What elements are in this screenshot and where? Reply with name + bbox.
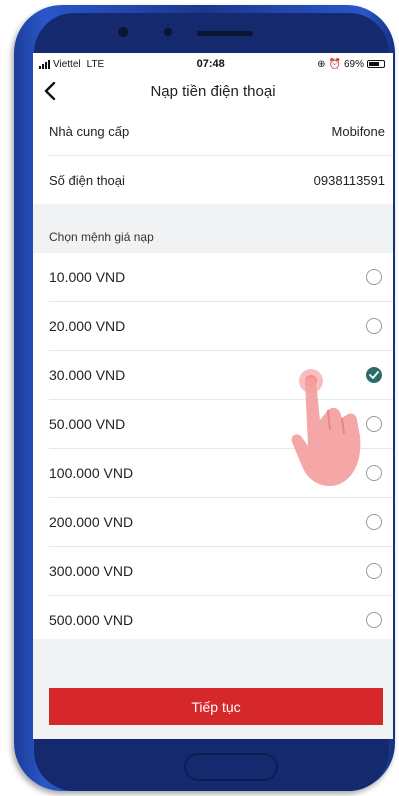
status-bar: Viettel LTE 07:48 ⊕ ⏰ 69%: [33, 53, 393, 75]
provider-row: Nhà cung cấp Mobifone: [49, 107, 393, 156]
denomination-label: 500.000 VND: [49, 612, 134, 628]
alarm-icon: ⏰: [328, 58, 341, 70]
denomination-option[interactable]: 20.000 VND: [49, 302, 393, 351]
back-chevron-icon: [44, 82, 56, 100]
phone-number-value: 0938113591: [313, 172, 385, 188]
denomination-option[interactable]: 200.000 VND: [49, 498, 393, 547]
provider-label: Nhà cung cấp: [49, 123, 130, 139]
denomination-label: 300.000 VND: [49, 563, 134, 579]
hand-pointer-icon: [291, 369, 361, 486]
radio-button[interactable]: [366, 563, 382, 579]
denomination-label: 100.000 VND: [49, 465, 134, 481]
denomination-label: 30.000 VND: [49, 367, 126, 383]
denomination-header: Chọn mệnh giá nạp: [33, 221, 393, 253]
back-button[interactable]: [39, 79, 61, 103]
battery-percent: 69%: [343, 58, 364, 70]
battery-level-fill: [368, 62, 379, 66]
denomination-option[interactable]: 300.000 VND: [49, 547, 393, 596]
page-title: Nạp tiền điện thoại: [150, 82, 276, 100]
provider-value: Mobifone: [331, 123, 385, 139]
status-time: 07:48: [196, 58, 225, 70]
network-type: LTE: [86, 58, 105, 70]
radio-button[interactable]: [366, 318, 382, 334]
home-button[interactable]: [184, 753, 278, 781]
radio-button[interactable]: [366, 514, 382, 530]
bottom-action-area: Tiếp tục: [33, 639, 393, 739]
speaker-grille: [197, 31, 253, 36]
phone-number-label: Số điện thoại: [49, 172, 125, 188]
sensor-dot: [164, 28, 172, 36]
denomination-label: 20.000 VND: [49, 318, 126, 334]
battery-icon: [366, 60, 385, 68]
camera-dot: [118, 27, 128, 37]
denomination-label: 50.000 VND: [49, 416, 126, 432]
continue-button[interactable]: Tiếp tục: [49, 688, 383, 725]
denomination-option[interactable]: 10.000 VND: [49, 253, 393, 302]
denomination-option[interactable]: 500.000 VND: [49, 596, 393, 644]
denomination-label: 200.000 VND: [49, 514, 134, 530]
navigation-bar: Nạp tiền điện thoại: [33, 75, 393, 107]
phone-number-row: Số điện thoại 0938113591: [49, 156, 393, 204]
carrier-name: Viettel: [53, 58, 81, 70]
denomination-label: 10.000 VND: [49, 269, 126, 285]
section-spacer: [33, 204, 393, 221]
signal-icon: [39, 59, 50, 69]
radio-button[interactable]: [366, 612, 382, 628]
radio-button[interactable]: [366, 269, 382, 285]
location-icon: ⊕: [317, 58, 326, 70]
